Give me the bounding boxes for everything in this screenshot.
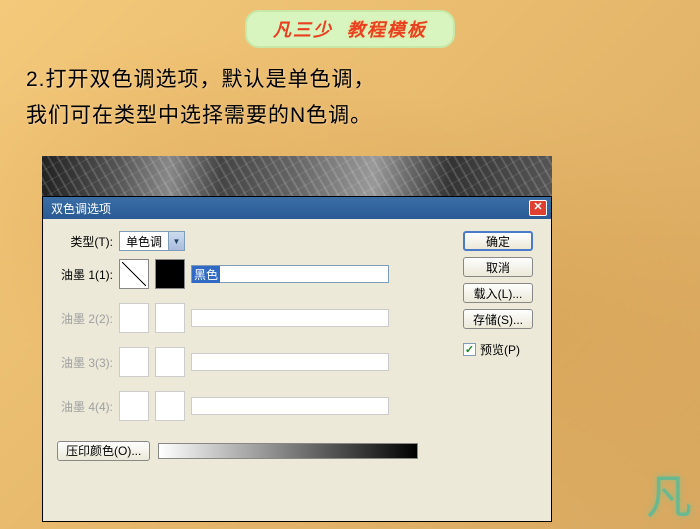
screenshot-area: 双色调选项 ✕ 类型(T): 单色调 ▼ 油墨 1(1): 黑色 (42, 156, 552, 522)
save-button[interactable]: 存储(S)... (463, 309, 533, 329)
preview-label: 预览(P) (480, 341, 520, 358)
ink4-curve (119, 391, 149, 421)
ink1-label: 油墨 1(1): (57, 266, 113, 283)
ink4-name-input (191, 397, 389, 415)
ink1-color[interactable] (155, 259, 185, 289)
ink3-name-input (191, 353, 389, 371)
ok-button[interactable]: 确定 (463, 231, 533, 251)
ink3-curve (119, 347, 149, 377)
ink1-curve[interactable] (119, 259, 149, 289)
background-photo (42, 156, 552, 196)
chevron-down-icon[interactable]: ▼ (168, 232, 184, 250)
ink2-label: 油墨 2(2): (57, 310, 113, 327)
ink2-name-input (191, 309, 389, 327)
dialog-titlebar[interactable]: 双色调选项 ✕ (43, 197, 551, 219)
ink1-name-input[interactable]: 黑色 (191, 265, 389, 283)
ink3-color (155, 347, 185, 377)
duotone-dialog: 双色调选项 ✕ 类型(T): 单色调 ▼ 油墨 1(1): 黑色 (42, 196, 552, 522)
ink4-color (155, 391, 185, 421)
cancel-button[interactable]: 取消 (463, 257, 533, 277)
preview-checkbox[interactable]: ✓ (463, 343, 476, 356)
type-label: 类型(T): (57, 233, 113, 250)
tutorial-banner: 凡三少 教程模板 (245, 10, 455, 48)
close-icon[interactable]: ✕ (529, 200, 547, 216)
instruction-text: 2.打开双色调选项，默认是单色调， 我们可在类型中选择需要的N色调。 (26, 62, 376, 133)
ink2-curve (119, 303, 149, 333)
load-button[interactable]: 载入(L)... (463, 283, 533, 303)
dialog-title: 双色调选项 (51, 200, 111, 217)
type-select[interactable]: 单色调 ▼ (119, 231, 185, 251)
overprint-button[interactable]: 压印颜色(O)... (57, 441, 150, 461)
ink2-color (155, 303, 185, 333)
ink3-label: 油墨 3(3): (57, 354, 113, 371)
gradient-preview (158, 443, 418, 459)
ink4-label: 油墨 4(4): (57, 398, 113, 415)
